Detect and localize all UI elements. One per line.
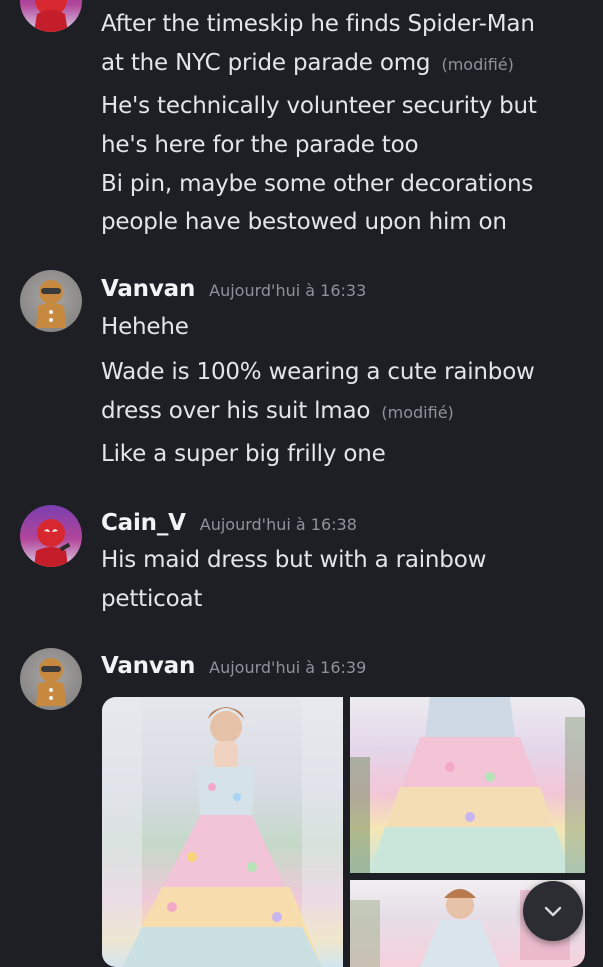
message-line: Hehehe xyxy=(101,314,189,340)
avatar-cain-v-partial[interactable] xyxy=(20,0,82,32)
message-line: at the NYC pride parade omg (modifié) xyxy=(101,50,514,76)
message-line: Like a super big frilly one xyxy=(101,441,386,467)
author-name[interactable]: Vanvan xyxy=(101,276,195,302)
attachment-image[interactable] xyxy=(350,697,585,873)
attachment-image[interactable] xyxy=(102,697,343,967)
message-line: He's technically volunteer security but xyxy=(101,93,537,119)
author-name[interactable]: Vanvan xyxy=(101,653,195,679)
image-gallery xyxy=(102,697,585,967)
message-header: Vanvan Aujourd'hui à 16:39 xyxy=(101,653,366,679)
edited-marker: (modifié) xyxy=(441,55,514,74)
edited-marker: (modifié) xyxy=(381,403,454,422)
message-line: dress over his suit lmao (modifié) xyxy=(101,398,454,424)
message-line: he's here for the parade too xyxy=(101,132,419,158)
jump-to-present-button[interactable] xyxy=(523,881,583,941)
message-line: After the timeskip he finds Spider-Man xyxy=(101,11,535,37)
avatar-vanvan[interactable] xyxy=(20,270,82,332)
message-line: His maid dress but with a rainbow xyxy=(101,547,487,573)
timestamp: Aujourd'hui à 16:39 xyxy=(209,658,367,677)
author-name[interactable]: Cain_V xyxy=(101,510,186,536)
message-line: people have bestowed upon him on xyxy=(101,209,507,235)
timestamp: Aujourd'hui à 16:33 xyxy=(209,281,367,300)
message-line: Bi pin, maybe some other decorations xyxy=(101,171,534,197)
avatar-vanvan[interactable] xyxy=(20,648,82,710)
message-line: Wade is 100% wearing a cute rainbow xyxy=(101,359,535,385)
message-header: Vanvan Aujourd'hui à 16:33 xyxy=(101,276,366,302)
message-line: petticoat xyxy=(101,586,203,612)
avatar-cain-v[interactable] xyxy=(20,505,82,567)
message-header: Cain_V Aujourd'hui à 16:38 xyxy=(101,510,357,536)
chevron-down-icon xyxy=(544,906,562,917)
timestamp: Aujourd'hui à 16:38 xyxy=(199,515,357,534)
